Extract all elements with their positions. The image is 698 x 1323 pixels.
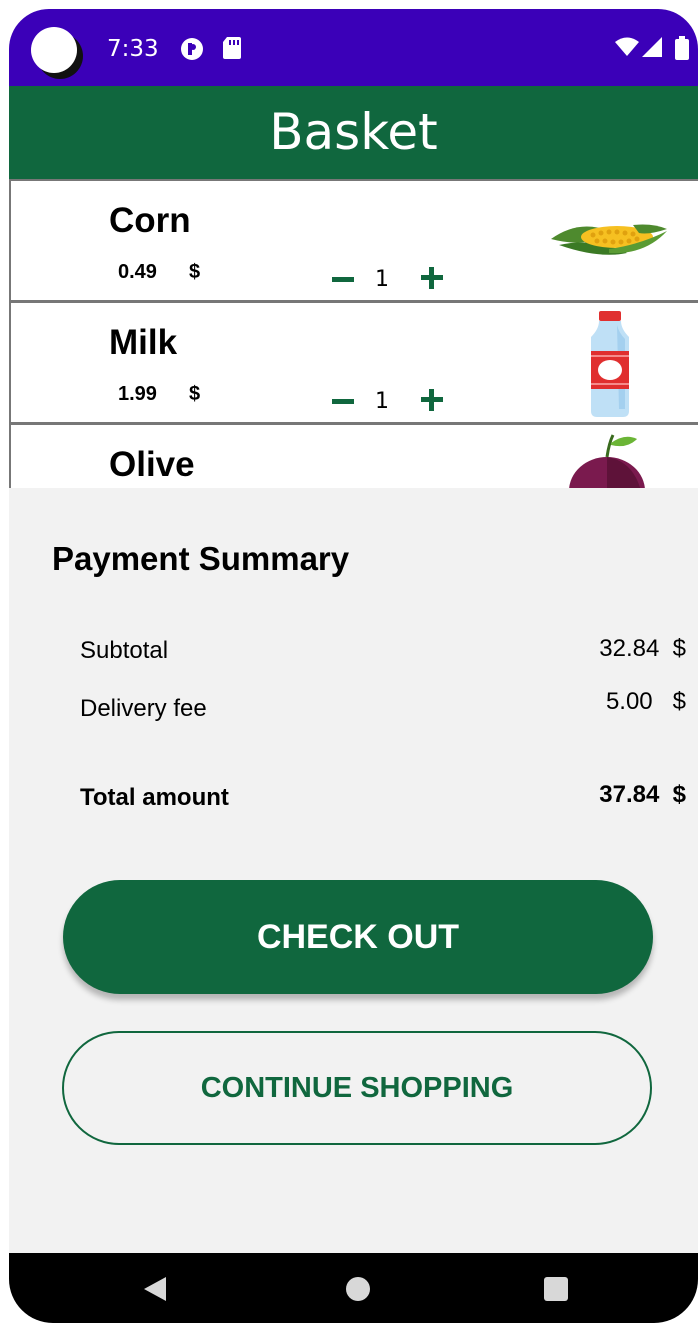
sd-card-icon: [223, 37, 241, 59]
battery-icon: [675, 36, 689, 60]
page-title: Basket: [269, 103, 438, 161]
decrease-quantity-button[interactable]: [332, 399, 354, 404]
home-icon[interactable]: [346, 1277, 370, 1301]
camera-cutout: [31, 27, 77, 73]
back-icon[interactable]: [144, 1277, 166, 1301]
basket-item-milk[interactable]: Milk 1.99 $ 1: [9, 301, 698, 423]
olive-icon: [569, 434, 645, 488]
recent-apps-icon[interactable]: [544, 1277, 568, 1301]
pocket-icon: [181, 38, 203, 60]
continue-shopping-button[interactable]: CONTINUE SHOPPING: [62, 1031, 652, 1145]
checkout-button[interactable]: CHECK OUT: [63, 880, 653, 994]
subtotal-value: 32.84 $: [599, 635, 686, 662]
delivery-fee-label: Delivery fee: [80, 695, 207, 722]
delivery-fee-value: 5.00 $: [605, 688, 686, 715]
total-amount-value: 37.84 $: [599, 781, 686, 808]
status-time: 7:33: [107, 36, 159, 62]
item-price: 0.49: [118, 261, 157, 283]
decrease-quantity-button[interactable]: [332, 277, 354, 282]
corn-icon: [551, 224, 667, 255]
item-quantity: 1: [375, 389, 389, 414]
item-price: 1.99: [118, 383, 157, 405]
wifi-icon: [615, 37, 639, 56]
increase-quantity-button[interactable]: [421, 389, 443, 411]
item-name: Olive: [109, 445, 195, 484]
item-name: Corn: [109, 201, 191, 240]
navigation-bar: [9, 1253, 698, 1323]
item-currency: $: [189, 261, 201, 283]
item-currency: $: [189, 383, 201, 405]
basket-item-corn[interactable]: Corn 0.49 $ 1: [9, 179, 698, 301]
item-quantity: 1: [375, 267, 389, 292]
payment-summary-panel: Payment Summary Subtotal 32.84 $ Deliver…: [9, 488, 698, 1253]
app-bar: Basket: [9, 86, 698, 179]
basket-list[interactable]: Corn 0.49 $ 1 Milk 1.99 $ 1 Olive: [9, 179, 698, 488]
payment-summary-title: Payment Summary: [52, 540, 350, 577]
signal-icon: [642, 37, 662, 57]
total-amount-label: Total amount: [80, 784, 229, 811]
item-name: Milk: [109, 323, 178, 362]
increase-quantity-button[interactable]: [421, 267, 443, 289]
phone-screen: 7:33 Basket Corn 0.49 $ 1 Milk 1.99 $ 1 …: [9, 9, 698, 1323]
subtotal-label: Subtotal: [80, 637, 169, 664]
milk-bottle-icon: [591, 311, 629, 417]
status-bar: 7:33: [9, 9, 698, 86]
basket-item-olive[interactable]: Olive: [9, 423, 698, 488]
